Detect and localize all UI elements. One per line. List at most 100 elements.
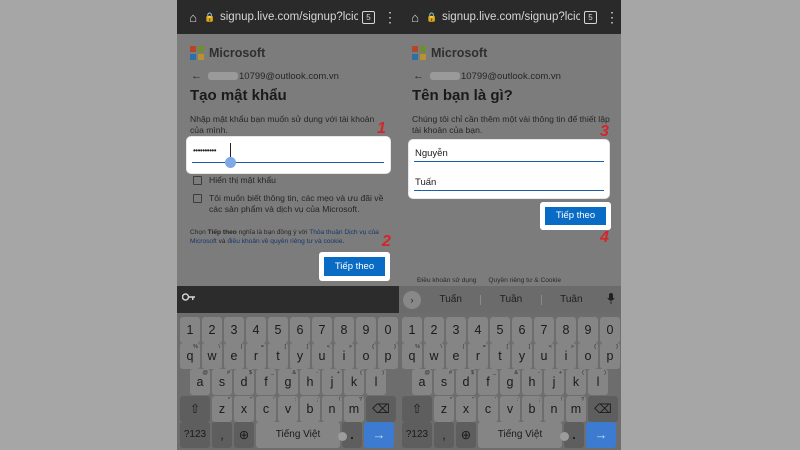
key-t[interactable]: t[: [490, 343, 510, 369]
globe-icon[interactable]: ⊕: [456, 422, 476, 448]
key-y[interactable]: y]: [512, 343, 532, 369]
last-name-input[interactable]: Nguyễn: [415, 148, 448, 159]
key-z[interactable]: z *: [212, 396, 232, 422]
key-m[interactable]: m?: [344, 396, 364, 422]
key-4[interactable]: 4: [468, 317, 488, 343]
key-5[interactable]: 5: [490, 317, 510, 343]
suggestion-1[interactable]: Tuấn: [421, 294, 480, 305]
key-u[interactable]: u <: [534, 343, 554, 369]
key-s[interactable]: s #: [434, 369, 454, 395]
key-a[interactable]: a @: [190, 369, 210, 395]
key-j[interactable]: j +: [322, 369, 342, 395]
key-f[interactable]: f _: [478, 369, 498, 395]
key-6[interactable]: 6: [512, 317, 532, 343]
back-arrow-icon[interactable]: ←: [191, 70, 202, 82]
key-8[interactable]: 8: [556, 317, 576, 343]
key-v[interactable]: v:: [500, 396, 520, 422]
key-w[interactable]: w \: [424, 343, 444, 369]
key-x[interactable]: x ": [456, 396, 476, 422]
key-0[interactable]: 0: [378, 317, 398, 343]
home-icon[interactable]: ⌂: [183, 10, 203, 25]
comma-key[interactable]: ,: [434, 422, 454, 448]
key-2[interactable]: 2: [202, 317, 222, 343]
password-input[interactable]: ••••••••••: [193, 146, 217, 155]
globe-icon[interactable]: ⊕: [234, 422, 254, 448]
marketing-checkbox[interactable]: [193, 194, 202, 203]
comma-key[interactable]: ,: [212, 422, 232, 448]
key-r[interactable]: r =: [468, 343, 488, 369]
key-3[interactable]: 3: [446, 317, 466, 343]
key-l[interactable]: l): [366, 369, 386, 395]
key-q[interactable]: q%: [402, 343, 422, 369]
key-9[interactable]: 9: [578, 317, 598, 343]
privacy-link[interactable]: điều khoản về quyền riêng tư và cookie: [227, 238, 342, 245]
key-u[interactable]: u <: [312, 343, 332, 369]
key-d[interactable]: d $: [234, 369, 254, 395]
key-m[interactable]: m?: [566, 396, 586, 422]
cursor-handle[interactable]: [225, 157, 236, 168]
url-bar[interactable]: signup.live.com/signup?lcic: [439, 11, 580, 23]
key-i[interactable]: i >: [556, 343, 576, 369]
key-b[interactable]: b;: [522, 396, 542, 422]
backspace-key[interactable]: ⌫: [366, 396, 396, 422]
key-2[interactable]: 2: [424, 317, 444, 343]
key-8[interactable]: 8: [334, 317, 354, 343]
marketing-option[interactable]: Tôi muốn biết thông tin, các mẹo và ưu đ…: [193, 193, 389, 215]
key-y[interactable]: y]: [290, 343, 310, 369]
suggestion-2[interactable]: Tuần: [481, 294, 540, 305]
enter-key[interactable]: →: [364, 422, 394, 448]
chevron-right-icon[interactable]: ›: [403, 290, 421, 309]
space-key[interactable]: Tiếng Việt: [256, 422, 340, 448]
home-icon[interactable]: ⌂: [405, 10, 425, 25]
backspace-key[interactable]: ⌫: [588, 396, 618, 422]
key-7[interactable]: 7: [312, 317, 332, 343]
show-password-checkbox[interactable]: [193, 176, 202, 185]
key-r[interactable]: r =: [246, 343, 266, 369]
key-v[interactable]: v:: [278, 396, 298, 422]
key-d[interactable]: d $: [456, 369, 476, 395]
suggestion-3[interactable]: Tuân: [542, 294, 601, 305]
key-k[interactable]: k(: [344, 369, 364, 395]
key-g[interactable]: g &: [278, 369, 298, 395]
key-g[interactable]: g &: [500, 369, 520, 395]
key-s[interactable]: s #: [212, 369, 232, 395]
key-z[interactable]: z *: [434, 396, 454, 422]
key-f[interactable]: f _: [256, 369, 276, 395]
key-0[interactable]: 0: [600, 317, 620, 343]
next-button[interactable]: Tiếp theo: [324, 257, 385, 276]
key-j[interactable]: j +: [544, 369, 564, 395]
key-1[interactable]: 1: [180, 317, 200, 343]
key-c[interactable]: c ': [478, 396, 498, 422]
next-button[interactable]: Tiếp theo: [545, 207, 606, 225]
key-h[interactable]: h-: [300, 369, 320, 395]
space-key[interactable]: Tiếng Việt: [478, 422, 562, 448]
key-7[interactable]: 7: [534, 317, 554, 343]
key-3[interactable]: 3: [224, 317, 244, 343]
back-arrow-icon[interactable]: ←: [413, 70, 424, 82]
key-q[interactable]: q%: [180, 343, 200, 369]
tab-count-button[interactable]: 5: [362, 10, 375, 24]
first-name-input[interactable]: Tuấn: [415, 177, 436, 188]
key-p[interactable]: p}: [600, 343, 620, 369]
password-key-icon[interactable]: [182, 292, 195, 302]
url-bar[interactable]: signup.live.com/signup?lcic: [217, 11, 358, 23]
key-1[interactable]: 1: [402, 317, 422, 343]
key-4[interactable]: 4: [246, 317, 266, 343]
enter-key[interactable]: →: [586, 422, 616, 448]
key-o[interactable]: o{: [356, 343, 376, 369]
key-a[interactable]: a @: [412, 369, 432, 395]
key-o[interactable]: o{: [578, 343, 598, 369]
key-w[interactable]: w \: [202, 343, 222, 369]
key-t[interactable]: t[: [268, 343, 288, 369]
key-k[interactable]: k(: [566, 369, 586, 395]
key-p[interactable]: p}: [378, 343, 398, 369]
terms-link[interactable]: Điều khoản sử dụng: [417, 277, 476, 284]
key-6[interactable]: 6: [290, 317, 310, 343]
key-l[interactable]: l): [588, 369, 608, 395]
menu-icon[interactable]: ⋮: [383, 10, 397, 24]
key-e[interactable]: e |: [446, 343, 466, 369]
key-n[interactable]: n!: [544, 396, 564, 422]
key-5[interactable]: 5: [268, 317, 288, 343]
menu-icon[interactable]: ⋮: [605, 10, 619, 24]
privacy-cookie-link[interactable]: Quyền riêng tư & Cookie: [488, 277, 561, 284]
